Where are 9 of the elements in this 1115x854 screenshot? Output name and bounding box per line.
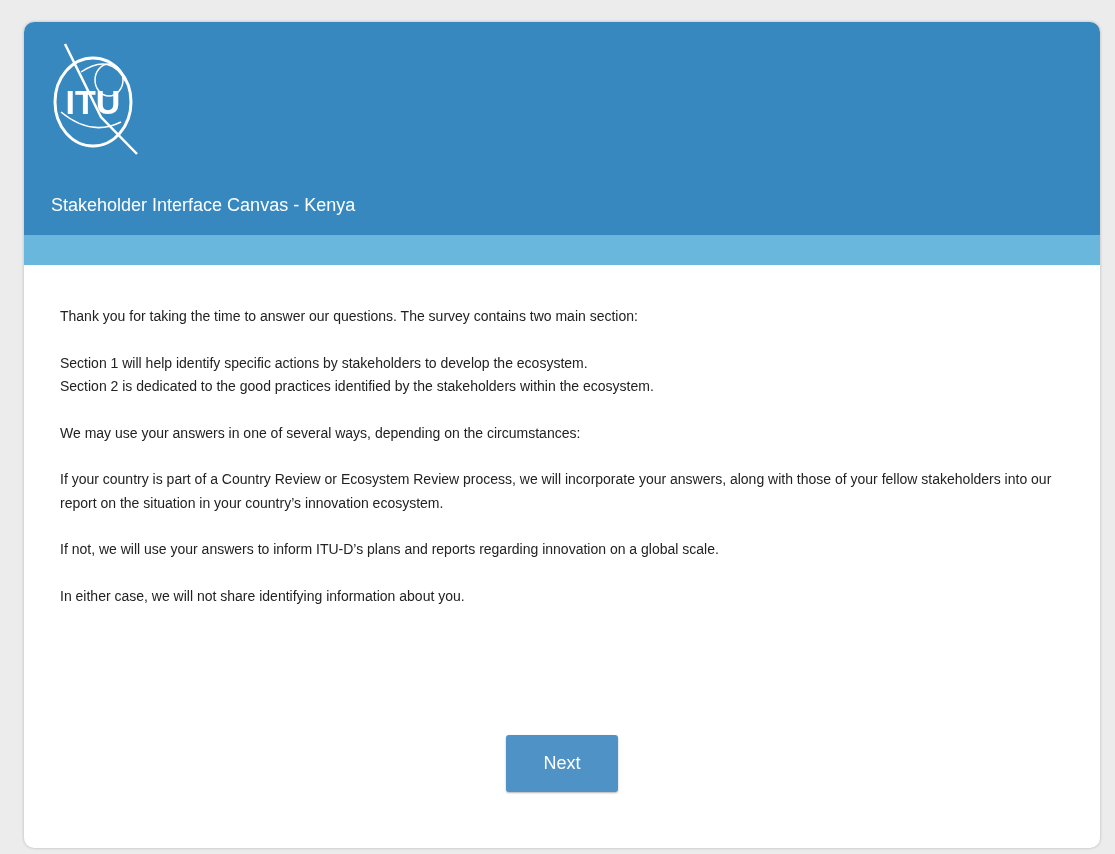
- intro-text: Section 1 will help identify specific actions by stakeholders to develop the ecosystem.: [60, 353, 589, 373]
- intro-text: In either case, we will not share identifying information about you.: [60, 586, 466, 606]
- intro-text: Section 2 is dedicated to the good practices identified by the stakeholders within the ecosystem.: [60, 377, 655, 396]
- intro-text: Thank you for taking the time to answer our questions. The survey contains two main section:: [60, 307, 639, 326]
- survey-title: Stakeholder Interface Canvas - Kenya: [51, 195, 357, 216]
- intro-text: We may use your answers in one of several ways, depending on the circumstances:: [60, 423, 582, 443]
- next-button[interactable]: Next: [506, 735, 618, 792]
- intro-text: If not, we will use your answers to inform ITU-D’s plans and reports regarding innovation on a global scale.: [60, 540, 720, 559]
- intro-text: If your country is part of a Country Review or Ecosystem Review process, we will incorporate your answers, along with those of your fellow stakeholders into our report on the situation in your country’s innovation ecosystem.: [60, 470, 1053, 513]
